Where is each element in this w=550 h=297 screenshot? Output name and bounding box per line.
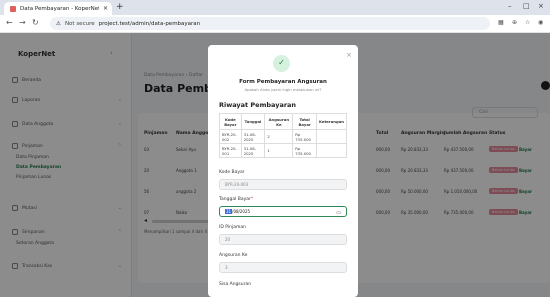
tanggal-bayar-label-text: Tanggal Bayar [219,197,251,202]
sisa-angsuran-label: Sisa Angsuran [219,282,252,287]
history-cell: BYR-20-002 [219,129,242,144]
history-cell: 1 [264,143,294,158]
back-icon[interactable]: ← [6,18,13,27]
history-column-header: Kode Bayar [219,113,242,130]
history-row: BYR-20-002 31-08-2025 2 Rp 735.000 [219,129,348,144]
id-pinjaman-label: ID Pinjaman [219,225,246,230]
browser-tab[interactable]: Data Pembayaran - KoperNet × [4,2,112,15]
tanggal-bayar-label: Tanggal Bayar* [219,197,253,202]
modal-subtitle: Apakah Anda yakin ingin melakukan ini? [244,87,322,92]
angsuran-ke-field[interactable]: 3 [219,262,347,273]
reload-icon[interactable]: ↻ [32,18,39,27]
new-tab-button[interactable]: + [116,2,124,12]
history-cell: BYR-20-001 [219,143,242,158]
star-icon[interactable]: ☆ [525,19,530,26]
history-cell [315,143,348,158]
address-bar-row: ← → ↻ ⚠ Not secure project.test/admin/da… [0,15,550,33]
security-label: Not secure [64,20,95,27]
kode-bayar-field[interactable]: BYR-20-003 [219,179,347,190]
history-column-header: Tanggal [240,113,266,130]
modal-title: Form Pembayaran Angsuran [239,79,327,85]
minimize-button[interactable]: – [508,2,512,10]
date-rest-segment[interactable]: /08/2025 [232,209,250,214]
history-table: Kode Bayar Tanggal Angsuran Ke Total Bay… [219,113,348,158]
calendar-icon[interactable]: ▭ [336,208,341,218]
id-pinjaman-field[interactable]: 20 [219,234,347,245]
tab-title: Data Pembayaran - KoperNet [20,5,99,12]
payment-modal: × ✓ Form Pembayaran Angsuran Apakah Anda… [208,45,358,297]
warning-icon: ⚠ [56,20,61,27]
history-cell: 31-08-2025 [240,129,266,144]
url-bar[interactable]: ⚠ Not secure project.test/admin/data-pem… [50,17,490,30]
history-cell: 2 [264,129,294,144]
history-heading: Riwayat Pembayaran [219,101,297,109]
favicon-icon [10,5,16,12]
history-cell [315,129,348,144]
history-cell: 31-08-2025 [240,143,266,158]
history-column-header: Angsuran Ke [264,113,294,130]
forward-icon[interactable]: → [19,18,26,27]
url-text: project.test/admin/data-pembayaran [98,20,201,27]
extensions-icon[interactable]: ▦ [498,19,504,26]
history-cell: Rp 735.000 [292,143,317,158]
kode-bayar-label: Kode Bayar [219,170,245,175]
browser-tabstrip: Data Pembayaran - KoperNet × + – □ × [0,0,550,15]
history-row: BYR-20-001 31-08-2025 1 Rp 735.000 [219,143,348,158]
confirm-icon: ✓ [273,55,290,72]
tab-close-icon[interactable]: × [103,5,108,12]
angsuran-ke-label: Angsuran Ke [219,253,248,258]
history-cell: Rp 735.000 [292,129,317,144]
history-column-header: Keterangan [315,113,348,130]
history-column-header: Total Bayar [292,113,317,130]
tanggal-bayar-field[interactable]: 31/08/2025 ▭ [219,206,347,217]
maximize-button[interactable]: □ [523,2,530,10]
profile-icon[interactable]: ◉ [538,19,543,26]
close-icon[interactable]: × [346,51,352,59]
required-marker: * [250,197,254,202]
close-window-button[interactable]: × [538,2,544,10]
zoom-icon[interactable]: ⊕ [512,19,517,26]
